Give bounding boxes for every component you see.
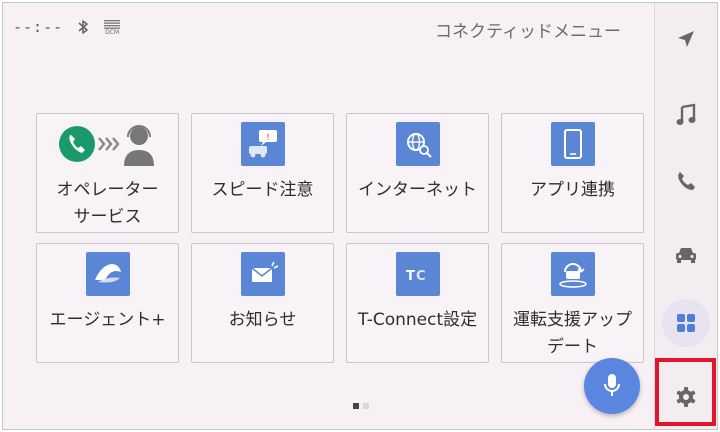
- tile-app-link[interactable]: アプリ連携: [501, 113, 644, 233]
- tile-label: スピード注意: [211, 180, 314, 200]
- smartphone-icon: [550, 119, 595, 169]
- phone-icon: [675, 170, 697, 192]
- tile-label: 運転支援アップ デート: [513, 310, 632, 357]
- internet-search-icon: [395, 119, 440, 169]
- tile-driving-support-update[interactable]: 運転支援アップ デート: [501, 243, 644, 363]
- clock: --:--: [13, 18, 64, 36]
- sidebar-item-vehicle[interactable]: [655, 227, 717, 283]
- microphone-icon: [602, 372, 622, 400]
- tile-label: T-Connect設定: [357, 310, 478, 330]
- svg-text:C: C: [416, 269, 426, 284]
- tile-label: エージェント+: [49, 310, 166, 330]
- music-note-icon: [675, 103, 697, 127]
- tile-tconnect-settings[interactable]: T C T-Connect設定: [346, 243, 489, 363]
- speed-warning-icon: !: [240, 119, 285, 169]
- tile-agent-plus[interactable]: エージェント+: [36, 243, 179, 363]
- tile-label: オペレーター サービス: [56, 180, 159, 227]
- menu-grid: オペレーター サービス ! スピード注意 インターネット アプリ連携 エージェン…: [36, 113, 644, 363]
- page-title: コネクティッドメニュー: [435, 22, 621, 42]
- sidebar-item-navigation[interactable]: [655, 11, 717, 67]
- tile-notifications[interactable]: お知らせ: [191, 243, 334, 363]
- sidebar-item-audio[interactable]: [655, 87, 717, 143]
- mail-notification-icon: [240, 249, 285, 299]
- svg-text:T: T: [406, 269, 415, 284]
- sidebar-item-apps[interactable]: [655, 295, 717, 351]
- tile-label: アプリ連携: [530, 180, 615, 200]
- operator-call-icon: [58, 119, 158, 169]
- driving-support-update-icon: [550, 249, 595, 299]
- tconnect-logo-icon: T C: [395, 249, 440, 299]
- selected-indicator: [662, 299, 710, 347]
- tile-label: インターネット: [358, 180, 477, 200]
- settings-highlight-box: [655, 358, 716, 426]
- status-bar: --:-- DCM: [13, 15, 121, 39]
- page-indicator: [353, 403, 369, 409]
- tile-internet[interactable]: インターネット: [346, 113, 489, 233]
- sidebar-item-phone[interactable]: [655, 153, 717, 209]
- page-dot-2: [363, 403, 369, 409]
- tile-label: お知らせ: [228, 310, 297, 330]
- voice-button[interactable]: [584, 358, 640, 414]
- dcm-signal-icon: DCM: [103, 19, 121, 36]
- car-icon: [674, 245, 698, 265]
- page-dot-1: [353, 403, 359, 409]
- connected-menu-screen: --:-- DCM コネクティッドメニュー オペレーター サービス ! スピード…: [2, 2, 718, 430]
- dcm-label: DCM: [105, 28, 120, 36]
- navigation-arrow-icon: [676, 29, 696, 49]
- bluetooth-icon: [77, 19, 89, 35]
- tile-operator-service[interactable]: オペレーター サービス: [36, 113, 179, 233]
- svg-text:!: !: [266, 133, 270, 143]
- agent-cloud-icon: [85, 249, 130, 299]
- apps-grid-icon: [676, 313, 696, 333]
- tile-speed-caution[interactable]: ! スピード注意: [191, 113, 334, 233]
